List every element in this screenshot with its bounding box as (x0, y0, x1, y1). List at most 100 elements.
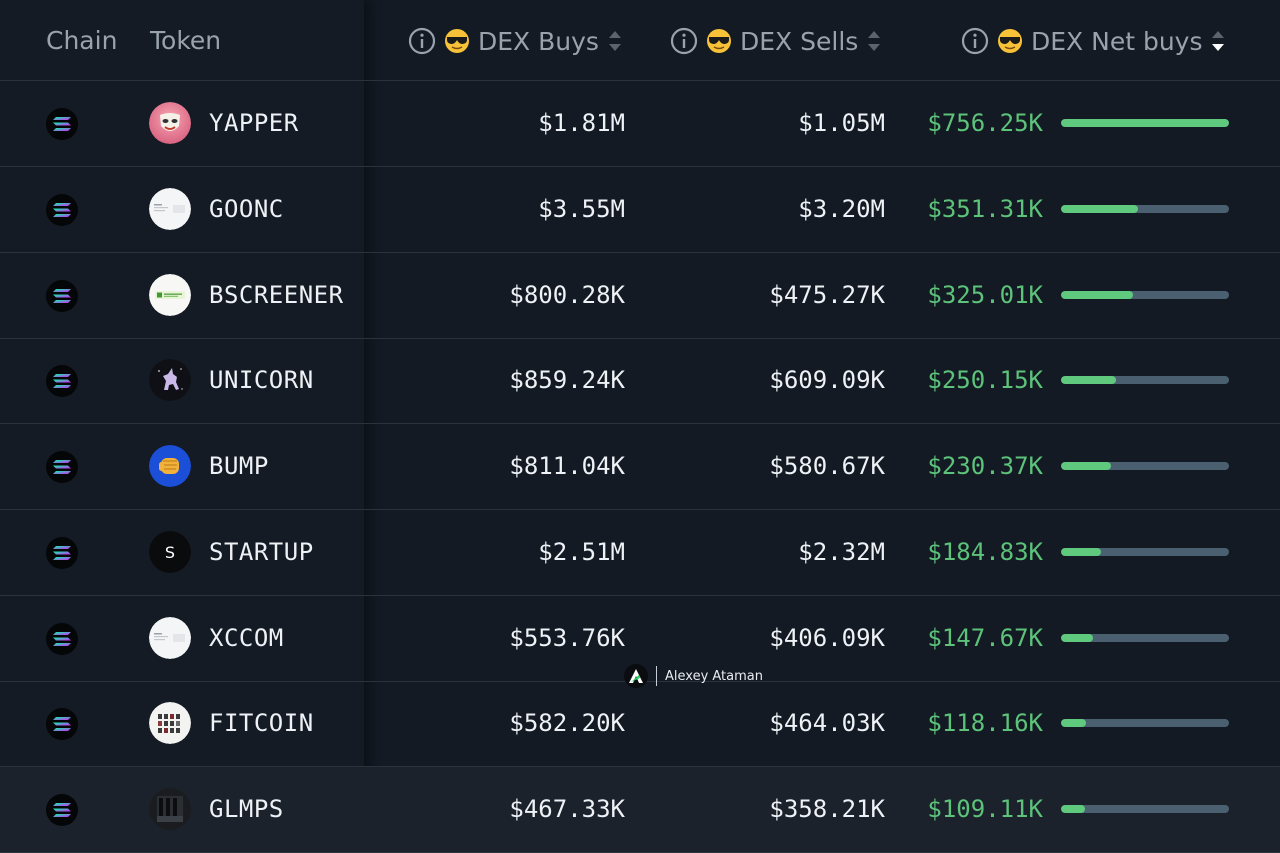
dex-sells-value: $464.03K (769, 709, 885, 738)
dex-sells-value: $406.09K (769, 623, 885, 652)
icon-grid-avatar (149, 702, 191, 745)
net-buys-bar (1061, 719, 1229, 728)
dex-net-buys-value: $147.67K (927, 623, 1043, 652)
solana-icon (46, 708, 78, 741)
dex-net-buys-value: $109.11K (927, 795, 1043, 823)
column-header-token: Token (150, 26, 222, 55)
net-buys-bar (1061, 376, 1229, 385)
column-header-dex-net-buys-label: DEX Net buys (1031, 26, 1203, 56)
dex-sells-value: $2.32M (798, 537, 885, 566)
table-row[interactable]: BUMP $811.04K $580.67K $230.37K (0, 424, 1280, 510)
column-header-chain: Chain (46, 26, 118, 55)
pink-mask-avatar (149, 102, 191, 144)
column-header-dex-sells[interactable]: DEX Sells (670, 22, 882, 60)
token-name[interactable]: UNICORN (209, 366, 314, 394)
net-buys-bar-fill (1061, 805, 1085, 813)
dex-buys-value: $553.76K (509, 623, 625, 652)
table-row[interactable]: GOONC $3.55M $3.20M $351.31K (0, 167, 1280, 253)
green-logo-avatar (149, 273, 191, 316)
unicorn-avatar (149, 359, 191, 402)
sunglasses-face-icon (444, 28, 470, 54)
token-name[interactable]: BSCREENER (209, 281, 344, 309)
dex-buys-value: $2.51M (538, 537, 625, 566)
net-buys-bar (1061, 290, 1229, 299)
net-buys-bar (1061, 119, 1229, 127)
token-name[interactable]: GLMPS (209, 795, 284, 823)
fist-bump-avatar (149, 445, 191, 487)
net-buys-bar-fill (1061, 547, 1102, 556)
net-buys-bar-fill (1061, 204, 1139, 213)
net-buys-bar-fill (1061, 290, 1134, 299)
table-row[interactable]: GLMPS $467.33K $358.21K $109.11K (0, 767, 1280, 853)
dex-sells-value: $609.09K (769, 366, 885, 395)
table-row[interactable]: YAPPER $1.81M $1.05M $756.25K (0, 81, 1280, 167)
info-icon[interactable] (408, 27, 436, 55)
sort-icon[interactable] (607, 28, 623, 54)
watermark: Alexey Ataman (624, 664, 763, 688)
sunglasses-face-icon (997, 28, 1023, 54)
white-screenshot-avatar (149, 187, 191, 230)
net-buys-bar-fill (1061, 376, 1117, 385)
table-row[interactable]: UNICORN $859.24K $609.09K $250.15K (0, 338, 1280, 425)
dex-sells-value: $475.27K (769, 280, 885, 309)
dex-net-buys-value: $351.31K (927, 194, 1043, 223)
table-row[interactable]: FITCOIN $582.20K $464.03K $118.16K (0, 681, 1280, 768)
column-header-dex-sells-label: DEX Sells (740, 26, 859, 56)
sort-descending-icon[interactable] (1210, 28, 1226, 54)
dex-buys-value: $3.55M (538, 194, 625, 223)
token-name[interactable]: STARTUP (209, 538, 314, 566)
dex-net-buys-value: $184.83K (927, 537, 1043, 566)
table-row[interactable]: BSCREENER $800.28K $475.27K $325.01K (0, 253, 1280, 339)
svg-text:S: S (165, 543, 175, 562)
solana-icon (46, 108, 78, 140)
net-buys-bar (1061, 547, 1229, 556)
sort-icon[interactable] (866, 28, 882, 54)
info-icon[interactable] (961, 27, 989, 55)
net-buys-bar (1061, 204, 1229, 213)
dex-buys-value: $467.33K (509, 795, 625, 823)
white-screenshot-avatar (149, 616, 191, 659)
dex-buys-value: $859.24K (509, 366, 625, 395)
letter-s-avatar: S (149, 530, 191, 573)
solana-icon (46, 365, 78, 398)
token-name[interactable]: XCCOM (209, 624, 284, 652)
dex-sells-value: $1.05M (798, 109, 885, 137)
solana-icon (46, 536, 78, 569)
net-buys-bar-fill (1061, 719, 1087, 728)
solana-icon (46, 622, 78, 655)
net-buys-bar-fill (1061, 462, 1112, 470)
watermark-text: Alexey Ataman (665, 668, 763, 684)
table-row[interactable]: S STARTUP $2.51M $2.32M $184.83K (0, 510, 1280, 596)
dex-net-buys-value: $756.25K (927, 109, 1043, 137)
column-header-dex-net-buys[interactable]: DEX Net buys (961, 22, 1226, 60)
token-name[interactable]: YAPPER (209, 109, 299, 137)
solana-icon (46, 279, 78, 312)
column-header-dex-buys[interactable]: DEX Buys (408, 22, 623, 60)
dex-buys-value: $811.04K (509, 452, 625, 480)
dex-sells-value: $358.21K (769, 795, 885, 823)
dex-buys-value: $582.20K (509, 709, 625, 738)
token-name[interactable]: FITCOIN (209, 709, 314, 737)
net-buys-bar (1061, 633, 1229, 642)
dex-sells-value: $580.67K (769, 452, 885, 480)
table-header: Chain Token DEX Buys DEX Sells DEX Net b… (0, 0, 1280, 81)
token-name[interactable]: BUMP (209, 452, 269, 480)
net-buys-bar-fill (1061, 633, 1093, 642)
dex-net-buys-value: $325.01K (927, 280, 1043, 309)
solana-icon (46, 794, 78, 826)
solana-icon (46, 451, 78, 483)
dex-buys-value: $1.81M (538, 109, 625, 137)
net-buys-bar (1061, 805, 1229, 813)
dex-sells-value: $3.20M (798, 194, 885, 223)
dark-photo-avatar (149, 788, 191, 830)
net-buys-bar-fill (1061, 119, 1229, 127)
column-header-dex-buys-label: DEX Buys (478, 26, 599, 56)
net-buys-bar (1061, 462, 1229, 470)
dex-net-buys-value: $230.37K (927, 452, 1043, 480)
watermark-separator (656, 666, 657, 686)
sunglasses-face-icon (706, 28, 732, 54)
token-name[interactable]: GOONC (209, 195, 284, 223)
watermark-logo-icon (624, 664, 648, 688)
dex-buys-value: $800.28K (509, 280, 625, 309)
info-icon[interactable] (670, 27, 698, 55)
